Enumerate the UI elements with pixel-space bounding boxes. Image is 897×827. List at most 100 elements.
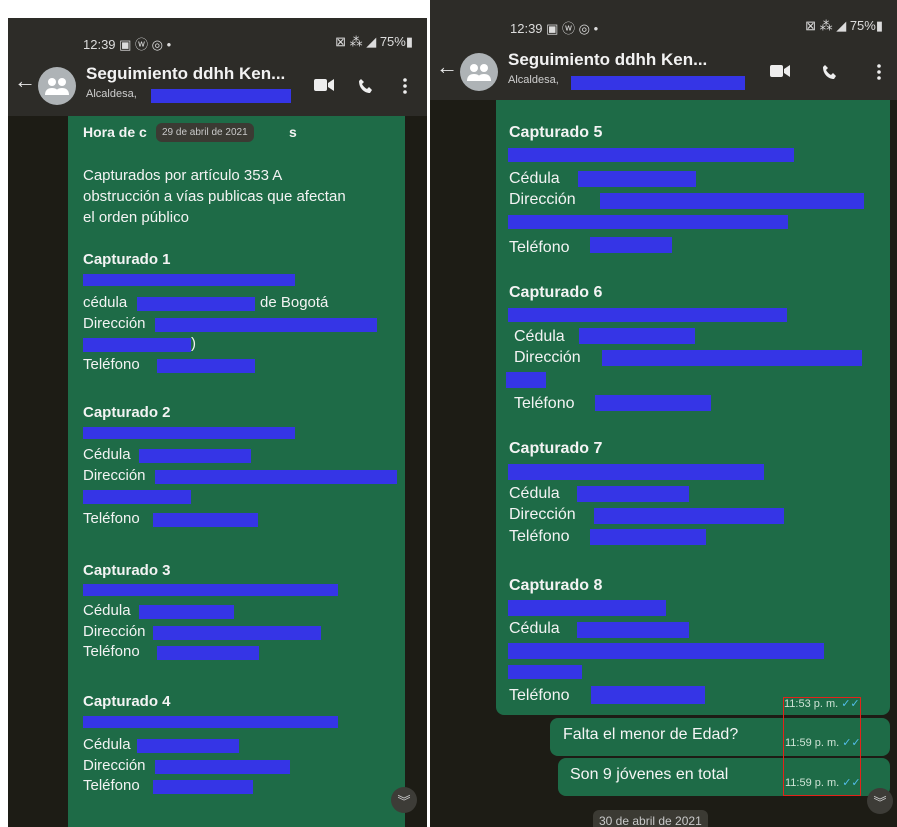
redaction-bar: [508, 308, 787, 322]
redaction-bar: [579, 328, 695, 344]
highlight-annotation-box: [783, 697, 861, 796]
status-time: 12:39 ▣ ⓦ ◎ •: [510, 21, 599, 36]
redaction-bar: [508, 643, 824, 659]
redaction-bar: [155, 318, 377, 332]
voice-call-icon[interactable]: [358, 78, 374, 99]
detainee-3-phone-label: Teléfono: [83, 643, 140, 660]
redaction-bar: [591, 686, 705, 704]
redaction-bar: [577, 622, 689, 638]
chat-area[interactable]: Hora de c 29 de abril de 2021 s Capturad…: [8, 116, 427, 827]
status-bar: 12:39 ▣ ⓦ ◎ • ⊠ ⁂ ◢ 75%▮: [430, 0, 897, 44]
left-screenshot: 12:39 ▣ ⓦ ◎ • ⊠ ⁂ ◢ 75%▮ ← Seguimiento d…: [8, 18, 427, 827]
detainee-3-cedula-label: Cédula: [83, 602, 131, 619]
detainee-7-cedula-label: Cédula: [509, 485, 560, 502]
detainee-6-cedula-label: Cédula: [514, 328, 565, 345]
redaction-bar: [508, 148, 794, 162]
detainee-4-address-label: Dirección: [83, 757, 146, 774]
status-indicators: ⊠ ⁂ ◢ 75%▮: [335, 34, 413, 49]
detainee-5-address-label: Dirección: [509, 191, 576, 208]
status-time: 12:39 ▣ ⓦ ◎ •: [83, 37, 172, 52]
chat-subtitle: Alcaldesa,: [86, 88, 137, 100]
more-options-icon[interactable]: [877, 64, 881, 85]
detainee-2-phone-label: Teléfono: [83, 510, 140, 527]
chat-title[interactable]: Seguimiento ddhh Ken...: [86, 64, 285, 84]
voice-call-icon[interactable]: [822, 64, 838, 85]
redaction-bar: [153, 780, 253, 794]
video-call-icon[interactable]: [314, 78, 334, 97]
redaction-bar: [595, 395, 711, 411]
redaction-bar: [157, 646, 259, 660]
detainee-2-cedula-label: Cédula: [83, 446, 131, 463]
redaction-bar: [155, 760, 290, 774]
redaction-bar: [508, 665, 582, 679]
date-chip: 29 de abril de 2021: [156, 123, 254, 142]
detainee-7-address-label: Dirección: [509, 506, 576, 523]
detainee-5-heading: Capturado 5: [509, 124, 603, 141]
detainee-1-heading: Capturado 1: [83, 251, 171, 268]
intro-line-2: obstrucción a vías publicas que afectan: [83, 188, 346, 205]
detainee-2-heading: Capturado 2: [83, 404, 171, 421]
status-bar: 12:39 ▣ ⓦ ◎ • ⊠ ⁂ ◢ 75%▮: [8, 18, 427, 58]
detainee-7-heading: Capturado 7: [509, 440, 603, 457]
detainee-8-cedula-label: Cédula: [509, 620, 560, 637]
chat-title[interactable]: Seguimiento ddhh Ken...: [508, 50, 707, 70]
group-avatar-icon[interactable]: [460, 53, 498, 91]
detainee-1-city: de Bogotá: [260, 294, 329, 311]
video-call-icon[interactable]: [770, 64, 790, 83]
redaction-bar: [506, 372, 546, 388]
redaction-bar: [139, 605, 234, 619]
redaction-bar: [83, 427, 295, 439]
intro-line-1: Capturados por artículo 353 A: [83, 167, 283, 184]
message-heading-end: s: [289, 124, 297, 140]
message-heading-start: Hora de c: [83, 124, 147, 140]
chat-subtitle: Alcaldesa,: [508, 74, 559, 86]
status-indicators: ⊠ ⁂ ◢ 75%▮: [805, 18, 883, 33]
redaction-bar: [83, 490, 191, 504]
detainee-5-cedula-label: Cédula: [509, 170, 560, 187]
detainee-8-heading: Capturado 8: [509, 577, 603, 594]
chat-header: ← Seguimiento ddhh Ken... Alcaldesa,: [430, 44, 897, 100]
detainee-1-cedula-label: cédula: [83, 294, 128, 311]
redaction-bar: [600, 193, 864, 209]
redaction-bar: [508, 600, 666, 616]
reply-message-text: Son 9 jóvenes en total: [570, 766, 729, 783]
redaction-bar: [83, 716, 338, 728]
detainee-8-phone-label: Teléfono: [509, 687, 570, 704]
redaction-bar: [508, 215, 788, 229]
date-chip: 30 de abril de 2021: [593, 810, 708, 827]
redaction-bar: [590, 237, 672, 253]
detainee-5-phone-label: Teléfono: [509, 239, 570, 256]
redaction-bar: [137, 297, 255, 311]
redaction-bar: [153, 513, 258, 527]
detainee-3-address-label: Dirección: [83, 623, 146, 640]
redaction-bar: [137, 739, 239, 753]
redaction-bar: [83, 274, 295, 286]
more-options-icon[interactable]: [403, 78, 407, 99]
detainee-3-heading: Capturado 3: [83, 562, 171, 579]
group-avatar-icon[interactable]: [38, 67, 76, 105]
redaction-bar: [155, 470, 397, 484]
redaction-bar: [151, 89, 291, 103]
detainee-2-address-label: Dirección: [83, 467, 146, 484]
message-bubble[interactable]: Capturado 5 Cédula Dirección Teléfono Ca…: [496, 100, 890, 715]
reply-message-text: Falta el menor de Edad?: [563, 726, 739, 743]
redaction-bar: [590, 529, 706, 545]
detainee-1-phone-label: Teléfono: [83, 356, 140, 373]
redaction-bar: [83, 338, 191, 352]
back-arrow-icon[interactable]: ←: [14, 68, 36, 94]
message-bubble[interactable]: Hora de c 29 de abril de 2021 s Capturad…: [68, 116, 405, 827]
redaction-bar: [577, 486, 689, 502]
redaction-bar: [139, 449, 251, 463]
detainee-4-phone-label: Teléfono: [83, 777, 140, 794]
scroll-down-icon[interactable]: ︾: [867, 788, 893, 814]
detainee-4-heading: Capturado 4: [83, 693, 171, 710]
redaction-bar: [578, 171, 696, 187]
redaction-bar: [571, 76, 745, 90]
redaction-bar: [83, 584, 338, 596]
back-arrow-icon[interactable]: ←: [436, 54, 458, 80]
redaction-bar: [157, 359, 255, 373]
detainee-6-heading: Capturado 6: [509, 284, 603, 301]
detainee-7-phone-label: Teléfono: [509, 528, 570, 545]
redaction-bar: [508, 464, 764, 480]
scroll-down-icon[interactable]: ︾: [391, 787, 417, 813]
